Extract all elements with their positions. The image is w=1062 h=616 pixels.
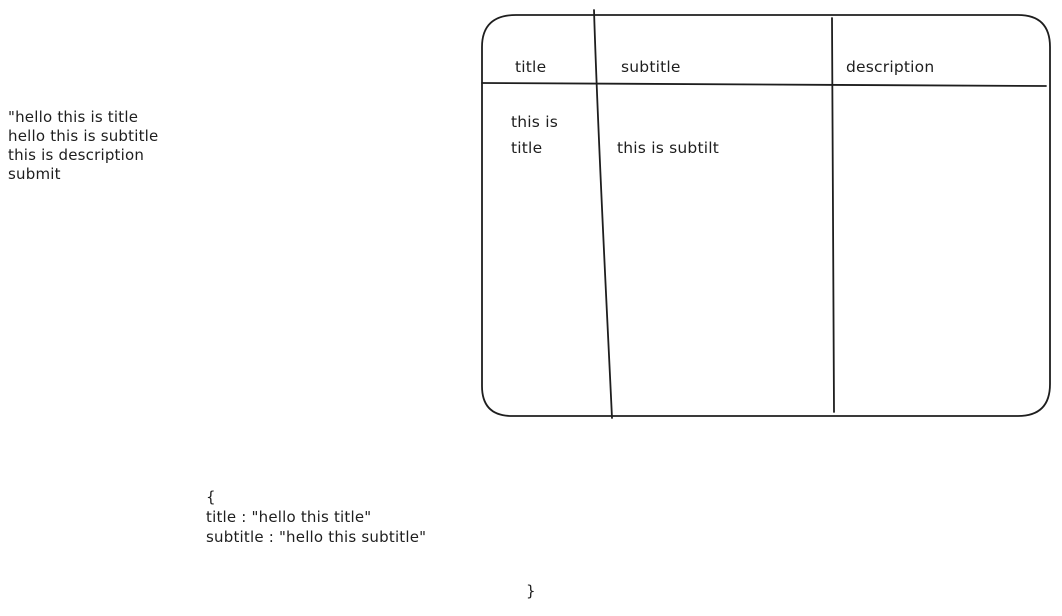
cell-title-line-2: title: [511, 139, 543, 157]
column-divider-2: [831, 17, 835, 413]
table-sketch: [481, 9, 1051, 419]
json-open-brace: {: [206, 488, 216, 506]
cell-subtitle: this is subtilt: [617, 139, 720, 157]
json-close-brace: }: [526, 582, 536, 600]
json-line-title: title : "hello this title": [206, 508, 372, 526]
json-sketch: { title : "hello this title" subtitle : …: [206, 487, 426, 547]
header-subtitle: subtitle: [621, 58, 681, 76]
header-divider: [481, 82, 1047, 87]
column-divider-1: [593, 9, 613, 419]
header-title: title: [515, 58, 547, 76]
header-description: description: [846, 58, 935, 76]
table-border: [481, 14, 1051, 417]
cell-title-line-1: this is: [511, 113, 558, 131]
json-line-subtitle: subtitle : "hello this subtitle": [206, 528, 427, 546]
